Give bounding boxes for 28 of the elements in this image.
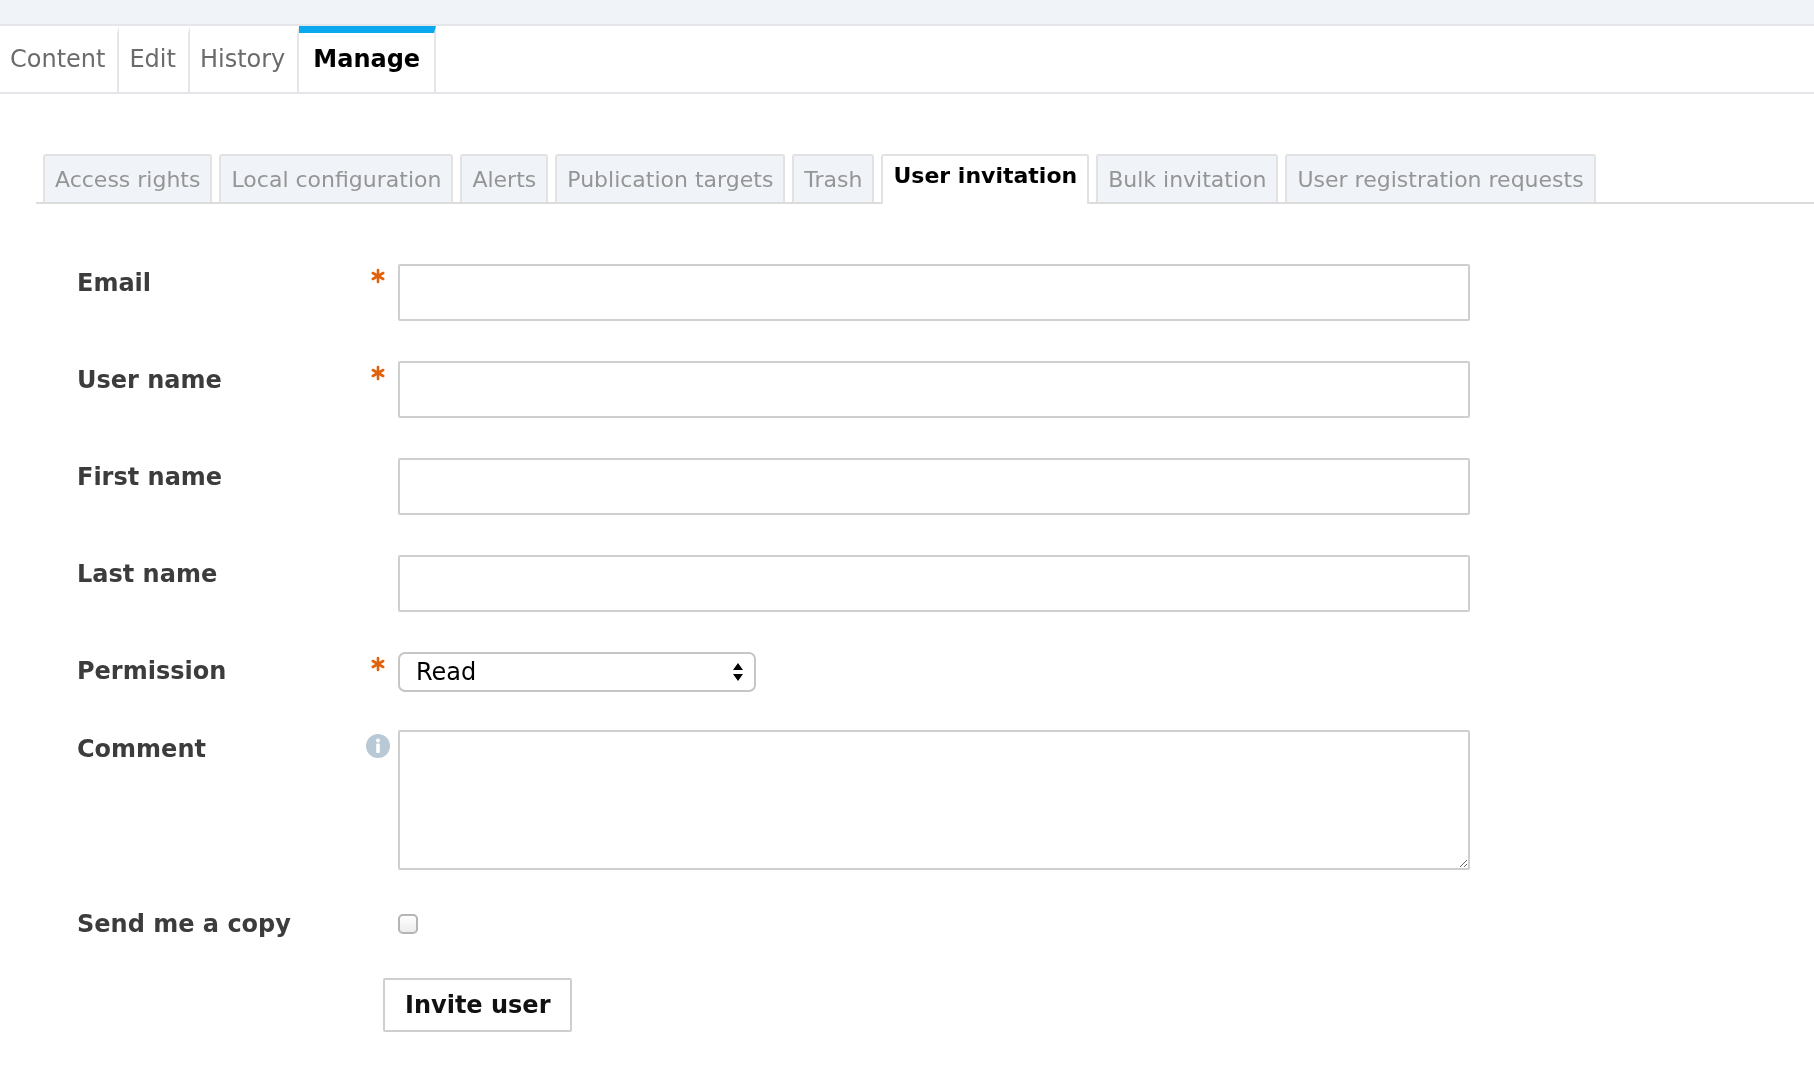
tab[interactable]: Alerts [460, 154, 549, 202]
input-field[interactable] [398, 361, 1470, 418]
invite-user-button[interactable]: Invite user [383, 978, 573, 1032]
input-field[interactable] [398, 458, 1470, 515]
field-label: Last name [77, 559, 219, 588]
tab[interactable]: User invitation [881, 154, 1090, 204]
field-label: Email [77, 268, 153, 297]
tab[interactable]: Bulk invitation [1096, 154, 1279, 202]
comment-field[interactable] [398, 730, 1470, 870]
field-label: Send me a copy [77, 910, 292, 938]
tab[interactable]: Trash [792, 154, 875, 202]
tab[interactable]: Publication targets [555, 154, 786, 202]
tab[interactable]: Access rights [43, 154, 213, 202]
input-field[interactable] [398, 264, 1470, 321]
field-label: Comment [77, 734, 207, 763]
permission-dropdown[interactable]: Read [398, 652, 756, 692]
tab[interactable]: Local configuration [219, 154, 454, 202]
tab[interactable]: Edit [119, 26, 190, 92]
tab[interactable]: History [189, 26, 300, 92]
field-label: User name [77, 365, 223, 394]
field-label: Permission [77, 656, 228, 685]
tab[interactable]: Manage [299, 26, 437, 92]
checkbox[interactable] [398, 914, 418, 934]
field-label: First name [77, 462, 224, 491]
updown-arrows-icon [732, 662, 744, 682]
tab[interactable]: Content [0, 26, 120, 92]
input-field[interactable] [398, 555, 1470, 612]
tab[interactable]: User registration requests [1285, 154, 1596, 202]
